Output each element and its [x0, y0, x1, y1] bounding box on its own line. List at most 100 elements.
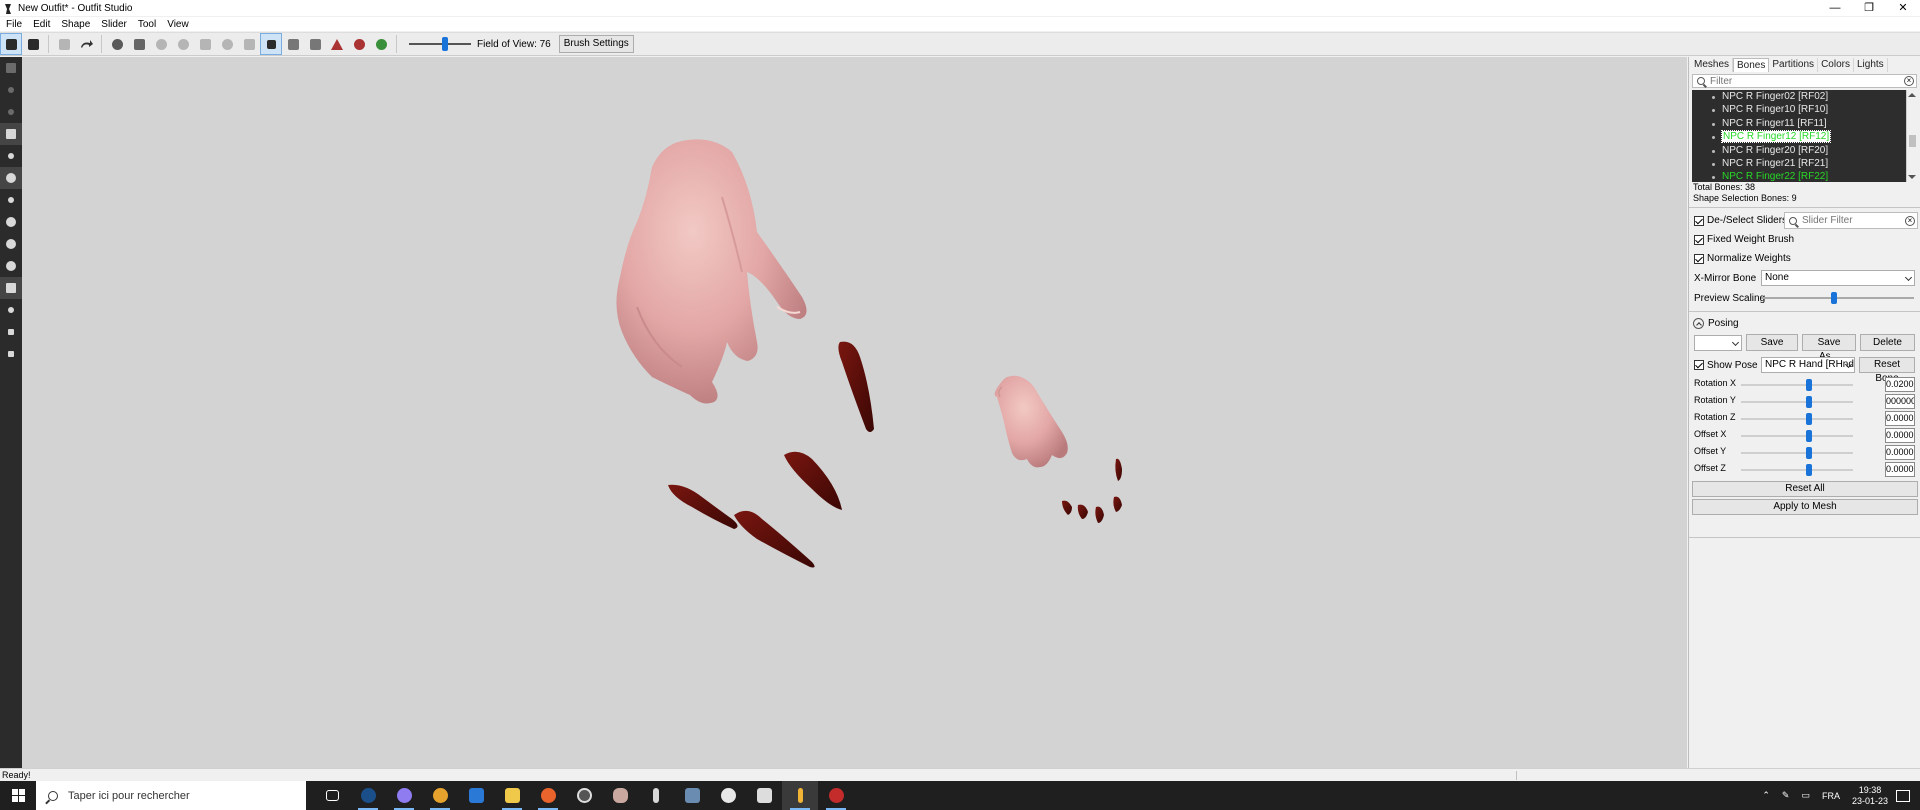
bone-icon[interactable] — [0, 321, 22, 343]
chevron-up-icon[interactable]: ⌃ — [1762, 790, 1770, 801]
move-brush-icon[interactable] — [194, 33, 216, 55]
slider-filter-field[interactable]: × — [1784, 212, 1918, 229]
slider-thumb[interactable] — [1831, 292, 1838, 304]
deflate-brush-icon[interactable] — [172, 33, 194, 55]
offset-y-value-field[interactable]: 0.0000 — [1885, 445, 1915, 460]
reset-all-button[interactable]: Reset All — [1692, 481, 1918, 497]
slider-thumb[interactable] — [442, 37, 448, 51]
normalize-weights-checkbox[interactable] — [1694, 253, 1704, 264]
chrome-icon[interactable] — [422, 781, 458, 810]
media-app-icon[interactable] — [566, 781, 602, 810]
pen-tool-icon[interactable] — [0, 101, 22, 123]
save-pose-as-button[interactable]: Save As... — [1802, 334, 1856, 362]
alpha-brush-icon[interactable] — [304, 33, 326, 55]
bone-tree[interactable]: NPC R Finger02 [RF02] NPC R Finger10 [RF… — [1692, 90, 1917, 182]
bone-tree-item[interactable]: NPC R Finger21 [RF21] — [1692, 157, 1917, 170]
clear-filter-icon[interactable]: × — [1904, 76, 1914, 86]
slider-track[interactable] — [1741, 418, 1853, 420]
sphere-2-icon[interactable] — [0, 233, 22, 255]
save-pose-button[interactable]: Save — [1746, 334, 1798, 351]
offset-x-value-field[interactable]: 0.0000 — [1885, 428, 1915, 443]
vm-app-icon[interactable] — [674, 781, 710, 810]
bone-view-icon[interactable] — [0, 123, 22, 145]
language-indicator[interactable]: FRA — [1822, 791, 1840, 801]
slider-thumb[interactable] — [1806, 396, 1812, 408]
vertex-icon[interactable] — [0, 299, 22, 321]
offset-z-value-field[interactable]: 0.0000 — [1885, 462, 1915, 477]
rotation-y-value-field[interactable]: 000000 — [1885, 394, 1915, 409]
apply-to-mesh-button[interactable]: Apply to Mesh — [1692, 499, 1918, 515]
show-pose-checkbox[interactable] — [1694, 360, 1704, 370]
outfit-studio-alt-icon[interactable] — [638, 781, 674, 810]
slider-track[interactable] — [1741, 469, 1853, 471]
network-icon[interactable]: ▭ — [1801, 790, 1810, 801]
rotation-x-value-field[interactable]: 0.0200 — [1885, 377, 1915, 392]
tab-partitions[interactable]: Partitions — [1769, 58, 1819, 72]
notepad-icon[interactable] — [458, 781, 494, 810]
tab-colors[interactable]: Colors — [1818, 58, 1854, 72]
deselect-sliders-checkbox[interactable] — [1694, 215, 1704, 226]
reset-bone-button[interactable]: Reset Bone — [1859, 357, 1915, 384]
menu-view[interactable]: View — [161, 19, 194, 30]
mask-invert-icon[interactable] — [128, 33, 150, 55]
slider-track[interactable] — [1741, 401, 1853, 403]
collapse-icon[interactable] — [1693, 318, 1704, 329]
undo-icon[interactable] — [53, 33, 75, 55]
scroll-thumb[interactable] — [1909, 135, 1916, 147]
slider-filter-input[interactable] — [1802, 215, 1902, 226]
posing-header[interactable]: Posing — [1689, 315, 1920, 332]
settings-icon[interactable] — [710, 781, 746, 810]
pose-select-dropdown[interactable] — [1694, 335, 1742, 351]
bone-tree-item[interactable]: NPC R Finger22 [RF22] — [1692, 170, 1917, 182]
wireframe-icon[interactable] — [0, 167, 22, 189]
node-view-icon[interactable] — [0, 145, 22, 167]
slider-track[interactable] — [1741, 452, 1853, 454]
bone-tree-item[interactable]: NPC R Finger02 [RF02] — [1692, 90, 1917, 103]
field-of-view-slider[interactable] — [409, 36, 471, 52]
preview-scaling-slider[interactable] — [1761, 292, 1914, 304]
tab-meshes[interactable]: Meshes — [1691, 58, 1734, 72]
lighting-icon[interactable] — [0, 189, 22, 211]
bone-tree-item[interactable]: NPC R Finger11 [RF11] — [1692, 117, 1917, 130]
bone-list-scrollbar[interactable] — [1906, 90, 1917, 182]
cube-icon[interactable] — [0, 277, 22, 299]
brain-app-icon[interactable] — [602, 781, 638, 810]
sphere-1-icon[interactable] — [0, 211, 22, 233]
gallery-icon[interactable] — [746, 781, 782, 810]
minimize-button[interactable]: — — [1818, 0, 1852, 16]
slider-thumb[interactable] — [1806, 447, 1812, 459]
inflate-brush-icon[interactable] — [150, 33, 172, 55]
menu-tool[interactable]: Tool — [132, 19, 161, 30]
slider-thumb[interactable] — [1806, 430, 1812, 442]
weight-brush-icon[interactable] — [260, 33, 282, 55]
redo-icon[interactable] — [75, 33, 97, 55]
tab-bones[interactable]: Bones — [1733, 58, 1770, 72]
restore-button[interactable]: ❐ — [1852, 0, 1886, 16]
scroll-down-icon[interactable] — [1908, 175, 1916, 179]
bone-filter-input[interactable] — [1710, 75, 1880, 87]
close-button[interactable]: ✕ — [1886, 0, 1920, 16]
menu-edit[interactable]: Edit — [27, 19, 55, 30]
undiff-brush-icon[interactable] — [238, 33, 260, 55]
start-button[interactable] — [0, 781, 36, 810]
flip-edge-icon[interactable] — [348, 33, 370, 55]
clock[interactable]: 19:38 23-01-23 — [1852, 785, 1888, 807]
mask-brush-icon[interactable] — [106, 33, 128, 55]
file-explorer-icon[interactable] — [494, 781, 530, 810]
split-edge-icon[interactable] — [370, 33, 392, 55]
xmirror-bone-dropdown[interactable]: None — [1761, 270, 1915, 286]
menu-slider[interactable]: Slider — [95, 19, 132, 30]
clear-slider-filter-icon[interactable]: × — [1905, 216, 1915, 226]
color-brush-icon[interactable] — [282, 33, 304, 55]
steam-icon[interactable] — [350, 781, 386, 810]
menu-file[interactable]: File — [0, 19, 27, 30]
bone-filter-field[interactable]: × — [1692, 74, 1917, 88]
bone-tree-item-selected[interactable]: NPC R Finger12 [RF12] — [1692, 130, 1917, 144]
transform-tool-icon[interactable] — [22, 33, 44, 55]
notifications-icon[interactable] — [1896, 789, 1910, 802]
bone-tree-item[interactable]: NPC R Finger10 [RF10] — [1692, 103, 1917, 116]
delete-pose-button[interactable]: Delete — [1860, 334, 1915, 351]
slider-track[interactable] — [1741, 435, 1853, 437]
pose-bone-dropdown[interactable]: NPC R Hand [RHnd — [1761, 357, 1855, 373]
collapse-vertex-icon[interactable] — [326, 33, 348, 55]
